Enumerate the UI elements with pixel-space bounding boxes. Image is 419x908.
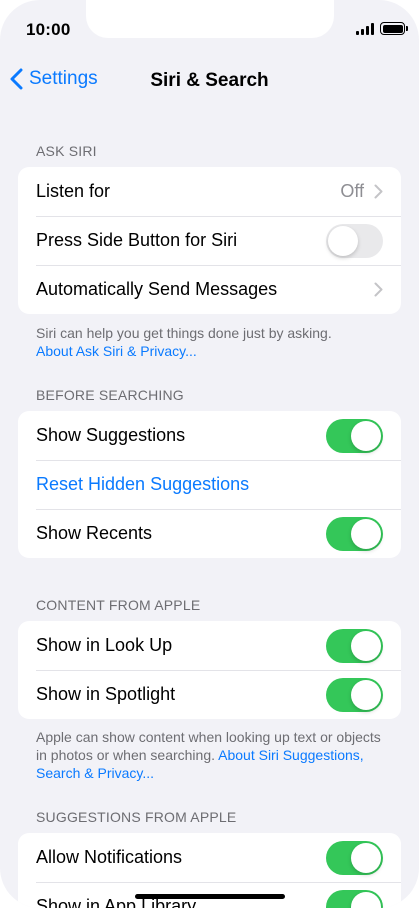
ask-siri-group: Listen for Off Press Side Button for Sir… [18, 167, 401, 314]
auto-send-messages-row[interactable]: Automatically Send Messages [18, 265, 401, 314]
show-in-look-up-row: Show in Look Up [18, 621, 401, 670]
show-recents-toggle[interactable] [326, 517, 383, 551]
navigation-bar: Settings Siri & Search [0, 60, 419, 102]
chevron-right-icon [374, 282, 383, 297]
section-header-ask-siri: ASK SIRI [36, 143, 97, 159]
page-title: Siri & Search [150, 70, 269, 91]
content-from-apple-group: Show in Look Up Show in Spotlight [18, 621, 401, 719]
show-suggestions-row: Show Suggestions [18, 411, 401, 460]
status-icons [356, 22, 408, 35]
show-in-app-library-toggle[interactable] [326, 890, 383, 908]
device-notch [86, 0, 334, 38]
section-header-before-searching: BEFORE SEARCHING [36, 387, 184, 403]
battery-icon [380, 22, 408, 35]
section-header-suggestions-from-apple: SUGGESTIONS FROM APPLE [36, 809, 237, 825]
about-ask-siri-link[interactable]: About Ask Siri & Privacy... [36, 343, 197, 359]
section-header-content-from-apple: CONTENT FROM APPLE [36, 597, 201, 613]
show-in-spotlight-row: Show in Spotlight [18, 670, 401, 719]
reset-hidden-suggestions-row[interactable]: Reset Hidden Suggestions [18, 460, 401, 509]
reset-hidden-suggestions-button[interactable]: Reset Hidden Suggestions [36, 474, 383, 495]
allow-notifications-toggle[interactable] [326, 841, 383, 875]
ask-siri-footer: Siri can help you get things done just b… [36, 324, 386, 360]
allow-notifications-row: Allow Notifications [18, 833, 401, 882]
listen-for-label: Listen for [36, 181, 111, 201]
listen-for-row[interactable]: Listen for Off [18, 167, 401, 216]
show-suggestions-toggle[interactable] [326, 419, 383, 453]
show-recents-row: Show Recents [18, 509, 401, 558]
settings-screen: 10:00 Settings Siri & Search ASK SIRI Li… [0, 0, 419, 908]
status-time: 10:00 [26, 20, 71, 39]
before-searching-group: Show Suggestions Reset Hidden Suggestion… [18, 411, 401, 558]
cellular-signal-icon [356, 22, 374, 35]
listen-for-value: Off [340, 181, 364, 201]
home-indicator[interactable] [135, 894, 285, 899]
show-in-spotlight-toggle[interactable] [326, 678, 383, 712]
side-button-row: Press Side Button for Siri [18, 216, 401, 265]
show-in-look-up-toggle[interactable] [326, 629, 383, 663]
auto-send-messages-label: Automatically Send Messages [36, 279, 278, 299]
chevron-right-icon [374, 184, 383, 199]
side-button-toggle[interactable] [326, 224, 383, 258]
ask-siri-footer-text: Siri can help you get things done just b… [36, 325, 332, 341]
content-from-apple-footer: Apple can show content when looking up t… [36, 728, 386, 782]
